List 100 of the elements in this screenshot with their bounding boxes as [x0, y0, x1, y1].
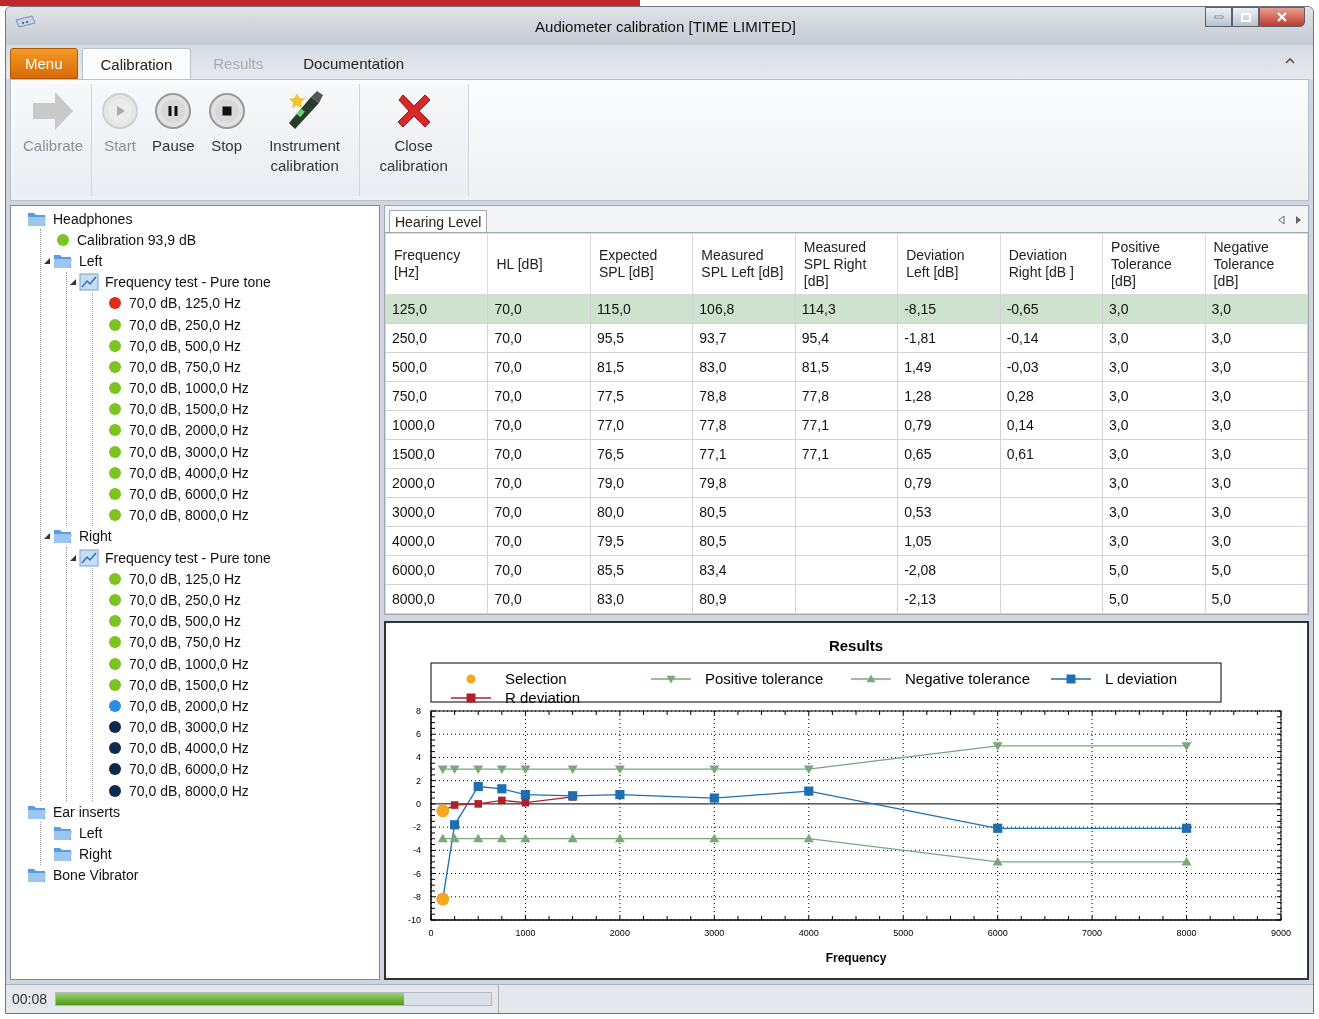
table-row[interactable]: 8000,0 70,0 83,0 80,9 -2,13 5,0 5,0	[385, 584, 1308, 614]
tree-item[interactable]: 70,0 dB, 750,0 Hz	[129, 634, 242, 651]
column-header[interactable]: Deviation Left [dB]	[897, 233, 1001, 295]
data-point	[519, 765, 530, 775]
table-cell: -1,81	[904, 330, 937, 346]
y-tick-label: -10	[407, 915, 421, 925]
tree-item[interactable]: Right	[79, 846, 112, 863]
table-row[interactable]: 1500,0 70,0 76,5 77,1 77,1 0,65 0,61 3,0 3,0	[385, 439, 1308, 469]
collapse-arrow-icon[interactable]	[43, 532, 51, 541]
tree-item[interactable]: 70,0 dB, 250,0 Hz	[129, 591, 242, 608]
tree-item[interactable]: 70,0 dB, 8000,0 Hz	[129, 507, 249, 524]
tree-item[interactable]: 70,0 dB, 4000,0 Hz	[129, 740, 249, 757]
tree-item[interactable]: Frequency test - Pure tone	[105, 549, 271, 566]
maximize-button[interactable]	[1232, 7, 1259, 27]
legend-label: Positive tolerance	[704, 670, 823, 687]
data-tab[interactable]: Hearing Level	[389, 210, 488, 232]
column-header[interactable]: Deviation Right [dB ]	[1000, 233, 1103, 295]
tree-item[interactable]: Frequency test - Pure tone	[105, 274, 271, 291]
chart-icon	[79, 548, 99, 567]
tree-item[interactable]: 70,0 dB, 1500,0 Hz	[129, 676, 249, 693]
chart-icon	[79, 273, 99, 292]
collapse-arrow-icon[interactable]	[69, 278, 77, 287]
tree-item[interactable]: 70,0 dB, 6000,0 Hz	[129, 486, 249, 503]
column-header[interactable]: HL [dB]	[487, 233, 591, 295]
tree-item[interactable]: 70,0 dB, 6000,0 Hz	[129, 761, 249, 778]
tree-item[interactable]: 70,0 dB, 3000,0 Hz	[129, 719, 249, 736]
data-point	[473, 781, 483, 792]
column-header[interactable]: Negative Tolerance [dB]	[1205, 233, 1308, 295]
stop-icon	[207, 92, 246, 130]
tree-item[interactable]: 70,0 dB, 500,0 Hz	[129, 613, 242, 630]
tree-item[interactable]: 70,0 dB, 4000,0 Hz	[129, 464, 249, 481]
ribbon-tab[interactable]: Calibration	[81, 48, 192, 79]
ribbon-button[interactable]: Close calibration	[363, 84, 464, 196]
tree-item[interactable]: Left	[79, 252, 103, 269]
collapse-arrow-icon[interactable]	[43, 256, 51, 265]
table-cell: 76,5	[596, 446, 625, 462]
tree-item[interactable]: 70,0 dB, 1000,0 Hz	[129, 380, 249, 397]
data-point	[614, 790, 624, 800]
tree-item[interactable]: 70,0 dB, 2000,0 Hz	[129, 697, 249, 714]
table-cell: 115,0	[596, 301, 631, 317]
data-point	[473, 800, 482, 808]
table-row[interactable]: 750,0 70,0 77,5 78,8 77,8 1,28 0,28 3,0 3,0	[385, 381, 1308, 411]
table-cell: 3,0	[1211, 330, 1231, 346]
ribbon-button[interactable]: Pause	[148, 84, 199, 196]
tree-item[interactable]: 70,0 dB, 1500,0 Hz	[129, 401, 249, 418]
table-row[interactable]: 250,0 70,0 95,5 93,7 95,4 -1,81 -0,14 3,0 3,0	[385, 323, 1308, 353]
tree-item[interactable]: 70,0 dB, 3000,0 Hz	[129, 443, 249, 460]
table-cell: 0,61	[1006, 446, 1034, 462]
minimize-button[interactable]	[1205, 7, 1232, 27]
tree-item[interactable]: Ear inserts	[53, 803, 120, 820]
table-cell: 79,5	[596, 533, 625, 549]
ribbon-button[interactable]: Stop	[202, 84, 251, 196]
tree-item[interactable]: 70,0 dB, 750,0 Hz	[129, 358, 242, 375]
close-button[interactable]	[1259, 7, 1305, 27]
y-tick-label: 8	[415, 706, 421, 716]
column-header[interactable]: Measured SPL Right [dB]	[795, 233, 898, 295]
column-header[interactable]: Measured SPL Left [dB]	[692, 233, 796, 295]
data-point	[472, 833, 483, 843]
tree-item[interactable]: 70,0 dB, 2000,0 Hz	[129, 422, 249, 439]
data-point	[992, 823, 1002, 833]
scroll-left-icon[interactable]	[1278, 215, 1286, 225]
table-row[interactable]: 3000,0 70,0 80,0 80,5 0,53 3,0 3,0	[385, 497, 1308, 527]
tree-item[interactable]: Right	[79, 528, 112, 545]
chevron-up-icon[interactable]	[1285, 57, 1295, 64]
y-tick-label: -2	[412, 822, 421, 833]
data-point	[449, 833, 460, 843]
x-tick-label: 8000	[1176, 928, 1197, 938]
tree-item[interactable]: 70,0 dB, 125,0 Hz	[129, 570, 242, 587]
tree-item[interactable]: Headphones	[53, 210, 133, 227]
legend-label: Negative tolerance	[904, 670, 1030, 687]
tree-item[interactable]: 70,0 dB, 250,0 Hz	[129, 316, 242, 333]
table-row[interactable]: 6000,0 70,0 85,5 83,4 -2,08 5,0 5,0	[385, 555, 1308, 585]
table-cell: 0,28	[1006, 388, 1034, 404]
scroll-right-icon[interactable]	[1294, 215, 1302, 225]
table-row[interactable]: 125,0 70,0 115,0 106,8 114,3 -8,15 -0,65 3,0 3,0	[385, 294, 1308, 324]
ribbon-tab[interactable]: Documentation	[285, 48, 423, 79]
column-header[interactable]: Positive Tolerance [dB]	[1102, 233, 1205, 295]
ribbon-button[interactable]: Instrument calibration	[254, 84, 355, 196]
tree-item[interactable]: Calibration 93,9 dB	[77, 231, 197, 248]
table-row[interactable]: 4000,0 70,0 79,5 80,5 1,05 3,0 3,0	[385, 526, 1308, 556]
folder-icon	[27, 867, 47, 884]
table-row[interactable]: 1000,0 70,0 77,0 77,8 77,1 0,79 0,14 3,0 3,0	[385, 410, 1308, 440]
tree-item[interactable]: 70,0 dB, 500,0 Hz	[129, 337, 242, 354]
y-tick-label: 6	[415, 729, 421, 740]
table-row[interactable]: 2000,0 70,0 79,0 79,8 0,79 3,0 3,0	[385, 468, 1308, 498]
table-cell: 70,0	[494, 591, 522, 607]
column-header[interactable]: Expected SPL [dB]	[590, 233, 693, 295]
column-header[interactable]: Frequency [Hz]	[385, 233, 488, 295]
table-cell: 3,0	[1109, 446, 1129, 462]
table-cell: -0,14	[1006, 330, 1039, 346]
collapse-arrow-icon[interactable]	[69, 553, 77, 562]
tree-item[interactable]: 70,0 dB, 1000,0 Hz	[129, 655, 249, 672]
tree-item[interactable]: Bone Vibrator	[53, 867, 139, 884]
table-cell: 1,28	[904, 388, 932, 404]
table-cell: 3,0	[1109, 330, 1129, 346]
tree-item[interactable]: 70,0 dB, 8000,0 Hz	[129, 782, 249, 799]
table-cell: 2000,0	[392, 475, 435, 491]
table-row[interactable]: 500,0 70,0 81,5 83,0 81,5 1,49 -0,03 3,0 3,0	[385, 352, 1308, 382]
tree-item[interactable]: 70,0 dB, 125,0 Hz	[129, 295, 242, 312]
tree-item[interactable]: Left	[79, 825, 103, 842]
